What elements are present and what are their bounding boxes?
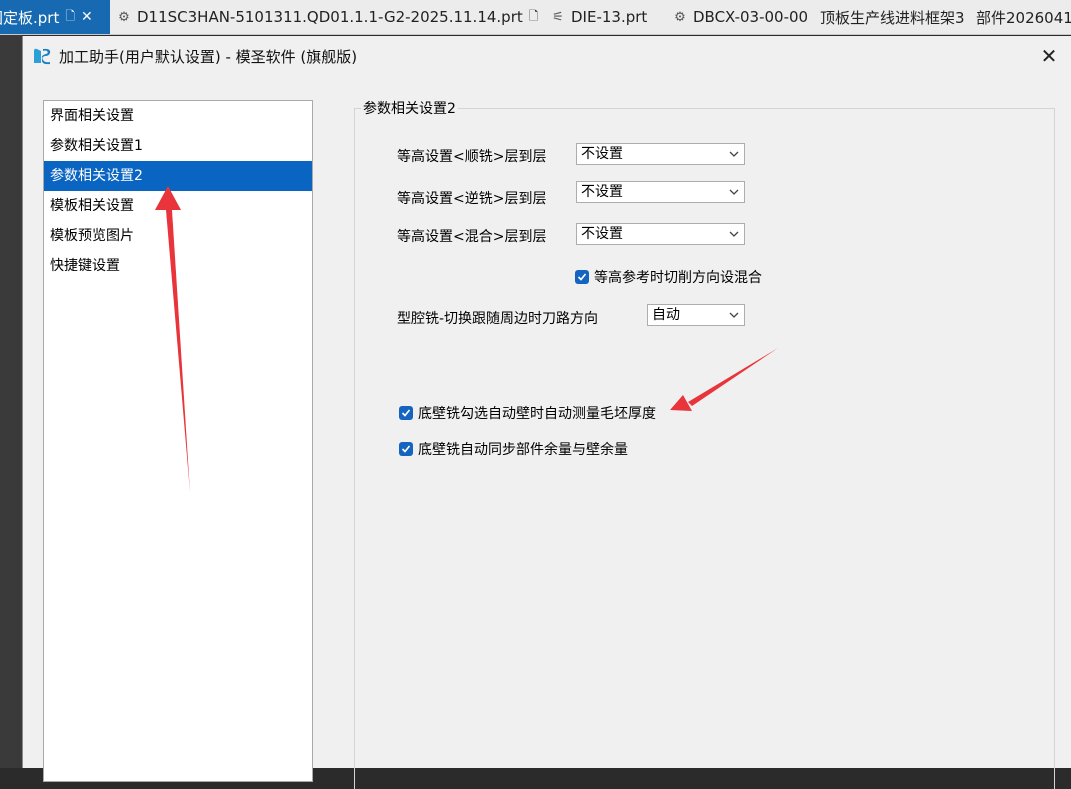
tab-file[interactable]: ⚟ DIE-13.prt [550,0,647,34]
settings-category-list: 界面相关设置 参数相关设置1 参数相关设置2 模板相关设置 模板预览图片 快捷键… [43,100,313,782]
nav-item-template-settings[interactable]: 模板相关设置 [44,191,312,221]
tab-label: 部件20260415 [976,8,1071,27]
nav-item-label: 参数相关设置2 [50,168,143,184]
tab-label: DIE-13.prt [571,8,648,26]
sync-stock-checkbox[interactable]: 底壁铣自动同步部件余量与壁余量 [399,439,628,459]
checkbox-checked-icon [399,442,413,456]
chevron-down-icon [729,231,739,237]
cavity-milling-label: 型腔铣-切换跟随周边时刀路方向 [397,311,599,327]
mixed-milling-select[interactable]: 不设置 [576,223,745,245]
auto-measure-thickness-checkbox[interactable]: 底壁铣勾选自动壁时自动测量毛坯厚度 [399,403,656,423]
conventional-milling-select[interactable]: 不设置 [576,181,745,203]
pin-icon[interactable]: 🗋 [65,7,75,28]
select-value: 不设置 [581,146,623,162]
nav-item-param-settings-1[interactable]: 参数相关设置1 [44,131,312,161]
nav-item-ui-settings[interactable]: 界面相关设置 [44,101,312,131]
select-value: 不设置 [581,226,623,242]
tab-file[interactable]: ⚙ DBCX-03-00-00 [672,0,808,34]
tab-file[interactable]: ⚙ D11SC3HAN-5101311.QD01.1.1-G2-2025.11.… [116,0,538,34]
checkbox-checked-icon [575,270,589,284]
climb-milling-label: 等高设置<顺铣>层到层 [397,149,547,165]
nav-item-label: 模板相关设置 [50,198,134,214]
app-logo-icon [34,48,51,65]
assembly-file-icon: ⚟ [552,9,564,25]
chevron-down-icon [729,189,739,195]
settings-dialog: 加工助手(用户默认设置) - 模圣软件 (旗舰版) ✕ 界面相关设置 参数相关设… [22,36,1071,789]
select-value: 不设置 [581,184,623,200]
tab-label: DBCX-03-00-00 [693,8,809,26]
group-title: 参数相关设置2 [361,98,458,118]
checkbox-checked-icon [399,406,413,420]
dialog-title-bar[interactable]: 加工助手(用户默认设置) - 模圣软件 (旗舰版) ✕ [23,36,1071,76]
climb-milling-select[interactable]: 不设置 [576,143,745,165]
mixed-milling-label: 等高设置<混合>层到层 [397,229,547,245]
tab-label: 顶板生产线进料框架3 [820,8,965,27]
checkbox-label: 底壁铣勾选自动壁时自动测量毛坯厚度 [418,406,656,422]
nav-item-label: 参数相关设置1 [50,138,143,154]
tab-label: 固定板.prt [0,8,60,27]
part-file-icon: ⚙ [118,9,130,25]
tab-file[interactable]: 顶板生产线进料框架3 [820,0,965,34]
nav-item-label: 模板预览图片 [50,228,134,244]
nav-item-label: 界面相关设置 [50,108,134,124]
checkbox-label: 底壁铣自动同步部件余量与壁余量 [418,442,628,458]
tab-file[interactable]: 部件20260415 [976,0,1071,34]
pin-icon[interactable]: 🗋 [529,7,539,28]
mixed-direction-checkbox[interactable]: 等高参考时切削方向设混合 [575,267,762,287]
background-window-edge [0,35,22,768]
select-value: 自动 [652,307,680,323]
cavity-direction-select[interactable]: 自动 [647,304,745,326]
close-icon: ✕ [1040,44,1058,68]
nav-item-param-settings-2[interactable]: 参数相关设置2 [44,161,312,191]
tab-active-file[interactable]: 固定板.prt 🗋 ✕ [0,0,110,34]
nav-item-shortcut-settings[interactable]: 快捷键设置 [44,251,312,281]
dialog-title: 加工助手(用户默认设置) - 模圣软件 (旗舰版) [59,48,358,66]
conventional-milling-label: 等高设置<逆铣>层到层 [397,191,547,207]
chevron-down-icon [729,312,739,318]
tab-label: D11SC3HAN-5101311.QD01.1.1-G2-2025.11.14… [137,8,523,26]
nav-item-template-preview[interactable]: 模板预览图片 [44,221,312,251]
checkbox-label: 等高参考时切削方向设混合 [594,270,762,286]
tab-close-icon[interactable]: ✕ [81,9,93,25]
close-button[interactable]: ✕ [1034,41,1064,71]
part-file-icon: ⚙ [674,9,686,25]
chevron-down-icon [729,151,739,157]
document-tab-bar: 固定板.prt 🗋 ✕ ⚙ D11SC3HAN-5101311.QD01.1.1… [0,0,1071,35]
nav-item-label: 快捷键设置 [50,258,120,274]
